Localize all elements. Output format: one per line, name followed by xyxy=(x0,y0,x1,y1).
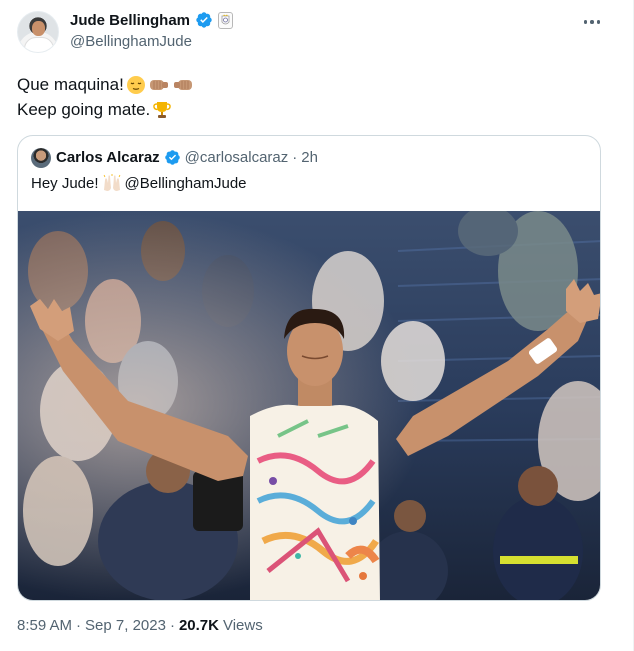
meta-separator: · xyxy=(76,617,82,634)
views-label: Views xyxy=(222,617,263,634)
raising-hands-emoji xyxy=(103,174,120,191)
fist-right-emoji xyxy=(173,80,192,90)
quoted-timestamp[interactable]: 2h xyxy=(301,149,318,166)
quoted-text-start: Hey Jude! xyxy=(31,174,99,192)
quoted-author-avatar[interactable] xyxy=(31,148,51,168)
author-name-row: Jude Bellingham xyxy=(70,11,234,29)
quoted-photo[interactable] xyxy=(18,211,601,601)
tweet-time[interactable]: 8:59 AM xyxy=(17,617,72,634)
verified-badge-icon[interactable] xyxy=(195,11,213,29)
tweet-date[interactable]: Sep 7, 2023 xyxy=(85,617,166,634)
trophy-emoji xyxy=(153,102,172,118)
author-avatar[interactable] xyxy=(17,11,59,53)
quoted-handle[interactable]: @carlosalcaraz xyxy=(185,149,289,166)
quoted-author-row: Carlos Alcaraz @carlosalcaraz · 2h xyxy=(56,149,318,166)
views-count[interactable]: 20.7K xyxy=(179,617,219,634)
more-options-icon[interactable] xyxy=(580,10,604,34)
meta-separator: · xyxy=(169,617,175,634)
tweet-text-line-1: Que maquina! xyxy=(17,74,194,96)
verified-badge-icon[interactable] xyxy=(164,149,181,166)
author-display-name[interactable]: Jude Bellingham xyxy=(70,12,190,29)
quoted-display-name[interactable]: Carlos Alcaraz xyxy=(56,149,160,166)
tweet-text: Que maquina! xyxy=(17,75,124,94)
quoted-separator: · xyxy=(292,149,298,166)
real-madrid-badge-icon xyxy=(218,11,234,29)
quoted-mention[interactable]: @BellinghamJude xyxy=(125,175,247,192)
fist-left-emoji xyxy=(149,80,168,90)
quoted-text: Hey Jude! @BellinghamJude xyxy=(31,174,247,192)
author-handle[interactable]: @BellinghamJude xyxy=(70,33,192,50)
tweet-meta: 8:59 AM · Sep 7, 2023 · 20.7K Views xyxy=(17,617,263,634)
tweet-text: Keep going mate. xyxy=(17,100,151,119)
relieved-face-emoji xyxy=(126,76,145,94)
tweet-card: Jude Bellingham @BellinghamJude Que maqu… xyxy=(0,0,634,651)
tweet-text-line-2: Keep going mate. xyxy=(17,99,172,121)
quoted-tweet[interactable]: Carlos Alcaraz @carlosalcaraz · 2h Hey J… xyxy=(17,135,601,601)
